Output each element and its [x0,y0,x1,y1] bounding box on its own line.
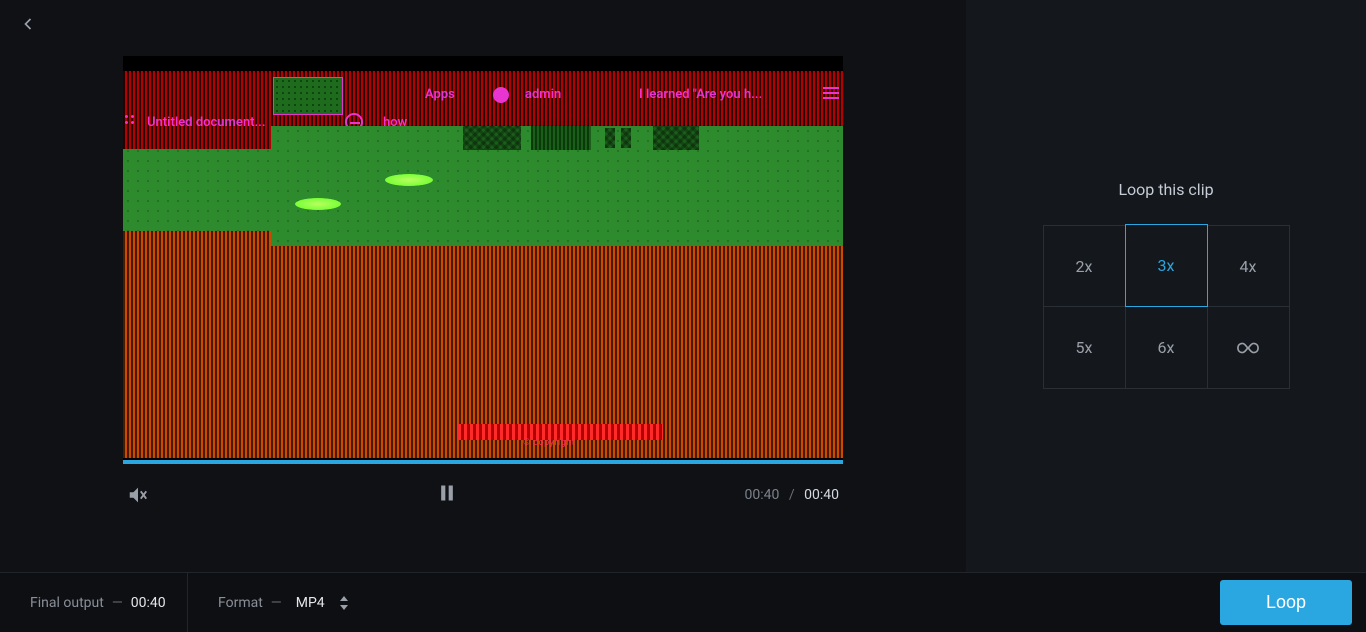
total-time: 00:40 [804,487,839,503]
loop-button[interactable]: Loop [1220,580,1352,625]
volume-muted-icon [127,484,149,506]
editor-panel: Apps admin I learned "Are you h... Untit… [0,0,966,572]
player-controls: 00:40 / 00:40 [123,464,843,508]
final-output-label: Final output [30,595,104,611]
final-output-value: 00:40 [131,595,166,611]
sort-icon [339,596,349,610]
pause-icon [437,482,457,504]
infinity-icon [1237,337,1259,359]
video-preview[interactable]: Apps admin I learned "Are you h... Untit… [123,56,843,461]
format-select[interactable] [339,596,349,610]
preview-watermark: © copyright [523,438,575,448]
chevron-left-icon [18,14,38,34]
current-time: 00:40 [745,487,780,503]
loop-title: Loop this clip [1118,180,1213,199]
final-output-group: Final output — 00:40 [0,573,188,632]
format-value[interactable]: MP4 [296,595,325,611]
loop-panel: Loop this clip 2x 3x 4x 5x 6x [966,0,1366,572]
preview-bookmark-admin: admin [525,87,561,102]
loop-option-5x[interactable]: 5x [1044,307,1126,389]
preview-bookmark-learned: I learned "Are you h... [639,87,762,102]
preview-bookmark-apps: Apps [425,87,455,102]
loop-option-6x[interactable]: 6x [1126,307,1208,389]
progress-bar[interactable] [123,460,843,464]
time-separator: / [789,487,795,503]
loop-option-4x[interactable]: 4x [1208,225,1290,307]
pause-button[interactable] [437,482,457,508]
format-label: Format [218,595,263,611]
final-output-dash: — [112,595,123,611]
back-button[interactable] [18,14,38,38]
format-dash: — [271,595,282,611]
loop-option-infinite[interactable] [1208,307,1290,389]
time-display: 00:40 / 00:40 [745,487,840,503]
bottom-bar: Final output — 00:40 Format — MP4 Loop [0,572,1366,632]
mute-button[interactable] [127,484,149,506]
loop-option-3x[interactable]: 3x [1125,224,1208,307]
loop-grid: 2x 3x 4x 5x 6x [1043,225,1290,389]
loop-option-2x[interactable]: 2x [1044,225,1126,307]
hamburger-icon [823,87,839,101]
